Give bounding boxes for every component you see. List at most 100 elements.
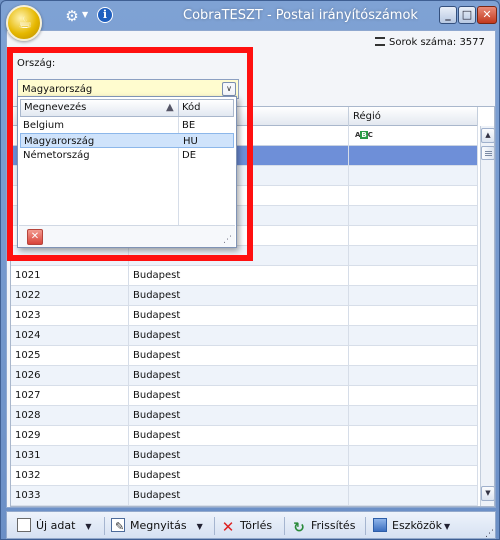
rows-count: Sorok száma: 3577 <box>375 35 493 51</box>
dropdown-column-code[interactable]: Kód <box>179 100 235 116</box>
region-cell <box>349 206 478 226</box>
city-cell: Budapest <box>129 326 349 346</box>
city-cell: Budapest <box>129 306 349 326</box>
region-cell <box>349 426 478 446</box>
dropdown-footer: ✕ ⋰ <box>19 225 235 247</box>
dropdown-item-code: HU <box>183 136 198 147</box>
info-icon[interactable]: i <box>97 7 113 23</box>
dropdown-item[interactable]: Magyarország HU <box>20 133 234 148</box>
region-cell <box>349 286 478 306</box>
region-cell <box>349 346 478 366</box>
region-cell <box>349 306 478 326</box>
postal-code-cell <box>11 246 129 266</box>
new-record-button[interactable]: Új adat ▼ <box>17 515 92 537</box>
app-logo-icon[interactable]: ☕ <box>6 5 42 41</box>
country-dropdown-popup: Megnevezés ▲ Kód Belgium BE Magyarország HU… <box>17 96 237 248</box>
sort-ascending-icon: ▲ <box>166 102 174 113</box>
table-row[interactable]: 1024 Budapest <box>11 326 478 346</box>
region-cell <box>349 366 478 386</box>
chevron-down-icon[interactable]: ∨ <box>222 82 236 96</box>
dropdown-item-code: DE <box>182 150 197 161</box>
tools-label: Eszközök <box>392 519 443 532</box>
postal-code-cell: 1022 <box>11 286 129 306</box>
postal-code-cell: 1032 <box>11 466 129 486</box>
region-cell <box>349 406 478 426</box>
title-bar[interactable]: ⚙ ▼ i CobraTESZT - Postai irányítószámok… <box>1 1 499 31</box>
city-cell: Budapest <box>129 406 349 426</box>
city-cell: Budapest <box>129 426 349 446</box>
delete-icon: ✕ <box>221 518 235 536</box>
postal-code-cell: 1027 <box>11 386 129 406</box>
region-cell <box>349 186 478 206</box>
toolbar-separator <box>365 517 366 535</box>
chevron-down-icon[interactable]: ▼ <box>197 522 203 531</box>
scroll-thumb[interactable] <box>481 146 494 160</box>
table-row[interactable]: 1021 Budapest <box>11 266 478 286</box>
edit-icon <box>111 516 125 538</box>
city-cell: Budapest <box>129 286 349 306</box>
scroll-down-icon[interactable]: ▼ <box>481 486 494 501</box>
region-cell <box>349 486 478 506</box>
table-row[interactable]: 1028 Budapest <box>11 406 478 426</box>
toolbar-separator <box>214 517 215 535</box>
minimize-icon: _ <box>445 8 451 21</box>
resize-grip-icon[interactable]: ⋰ <box>223 235 233 245</box>
city-cell: Budapest <box>129 466 349 486</box>
dropdown-header: Megnevezés ▲ Kód <box>20 99 234 117</box>
table-row[interactable]: 1032 Budapest <box>11 466 478 486</box>
dropdown-column-name[interactable]: Megnevezés <box>21 100 179 116</box>
table-row[interactable]: 1027 Budapest <box>11 386 478 406</box>
scroll-up-icon[interactable]: ▲ <box>481 128 494 143</box>
table-row[interactable]: 1031 Budapest <box>11 446 478 466</box>
table-row[interactable]: 1022 Budapest <box>11 286 478 306</box>
new-document-icon <box>17 518 31 532</box>
open-button[interactable]: Megnyitás ▼ <box>111 515 203 538</box>
city-cell: Budapest <box>129 486 349 506</box>
table-row[interactable]: 1026 Budapest <box>11 366 478 386</box>
dropdown-item-code: BE <box>182 120 196 131</box>
table-row[interactable]: 1025 Budapest <box>11 346 478 366</box>
chevron-down-icon[interactable]: ▼ <box>444 522 450 531</box>
dropdown-item[interactable]: Németország DE <box>20 148 234 163</box>
close-button[interactable]: ✕ <box>477 6 497 24</box>
column-header-region[interactable]: Régió <box>349 107 478 126</box>
refresh-label: Frissítés <box>311 519 356 532</box>
clear-selection-button[interactable]: ✕ <box>27 229 43 245</box>
table-row[interactable] <box>11 246 478 266</box>
city-cell <box>129 246 349 266</box>
filter-cell[interactable]: ABC <box>349 126 478 146</box>
table-row[interactable]: 1033 Budapest <box>11 486 478 506</box>
chevron-down-icon[interactable]: ▼ <box>85 522 91 531</box>
dropdown-item-name: Németország <box>23 150 90 161</box>
chevron-down-icon[interactable]: ▼ <box>82 10 90 20</box>
postal-code-cell: 1026 <box>11 366 129 386</box>
city-cell: Budapest <box>129 366 349 386</box>
bottom-toolbar: Új adat ▼ Megnyitás ▼ ✕ Törlés ↻ Frissítés E… <box>6 511 496 539</box>
postal-code-cell: 1025 <box>11 346 129 366</box>
minimize-button[interactable]: _ <box>439 6 457 24</box>
window-resize-grip-icon[interactable]: ⋰ <box>485 529 497 539</box>
refresh-button[interactable]: ↻ Frissítés <box>292 515 355 537</box>
postal-code-cell: 1024 <box>11 326 129 346</box>
delete-button[interactable]: ✕ Törlés <box>221 515 272 537</box>
city-cell: Budapest <box>129 266 349 286</box>
region-cell <box>349 386 478 406</box>
region-cell <box>349 266 478 286</box>
table-row[interactable]: 1023 Budapest <box>11 306 478 326</box>
toolbar-separator <box>284 517 285 535</box>
vertical-scrollbar[interactable]: ▲ ▼ <box>480 126 494 506</box>
maximize-button[interactable]: □ <box>458 6 476 24</box>
region-cell <box>349 146 478 166</box>
region-cell <box>349 226 478 246</box>
text-filter-icon: ABC <box>355 131 373 139</box>
maximize-icon: □ <box>461 8 473 21</box>
table-row[interactable]: 1029 Budapest <box>11 426 478 446</box>
app-window: ⚙ ▼ i CobraTESZT - Postai irányítószámok… <box>0 0 500 540</box>
toolbar-separator <box>104 517 105 535</box>
tools-button[interactable]: Eszközök ▼ <box>373 515 450 537</box>
open-label: Megnyitás <box>130 519 187 532</box>
new-record-label: Új adat <box>36 519 76 532</box>
city-cell: Budapest <box>129 386 349 406</box>
dropdown-item[interactable]: Belgium BE <box>20 118 234 133</box>
gear-icon[interactable]: ⚙ <box>63 7 81 25</box>
